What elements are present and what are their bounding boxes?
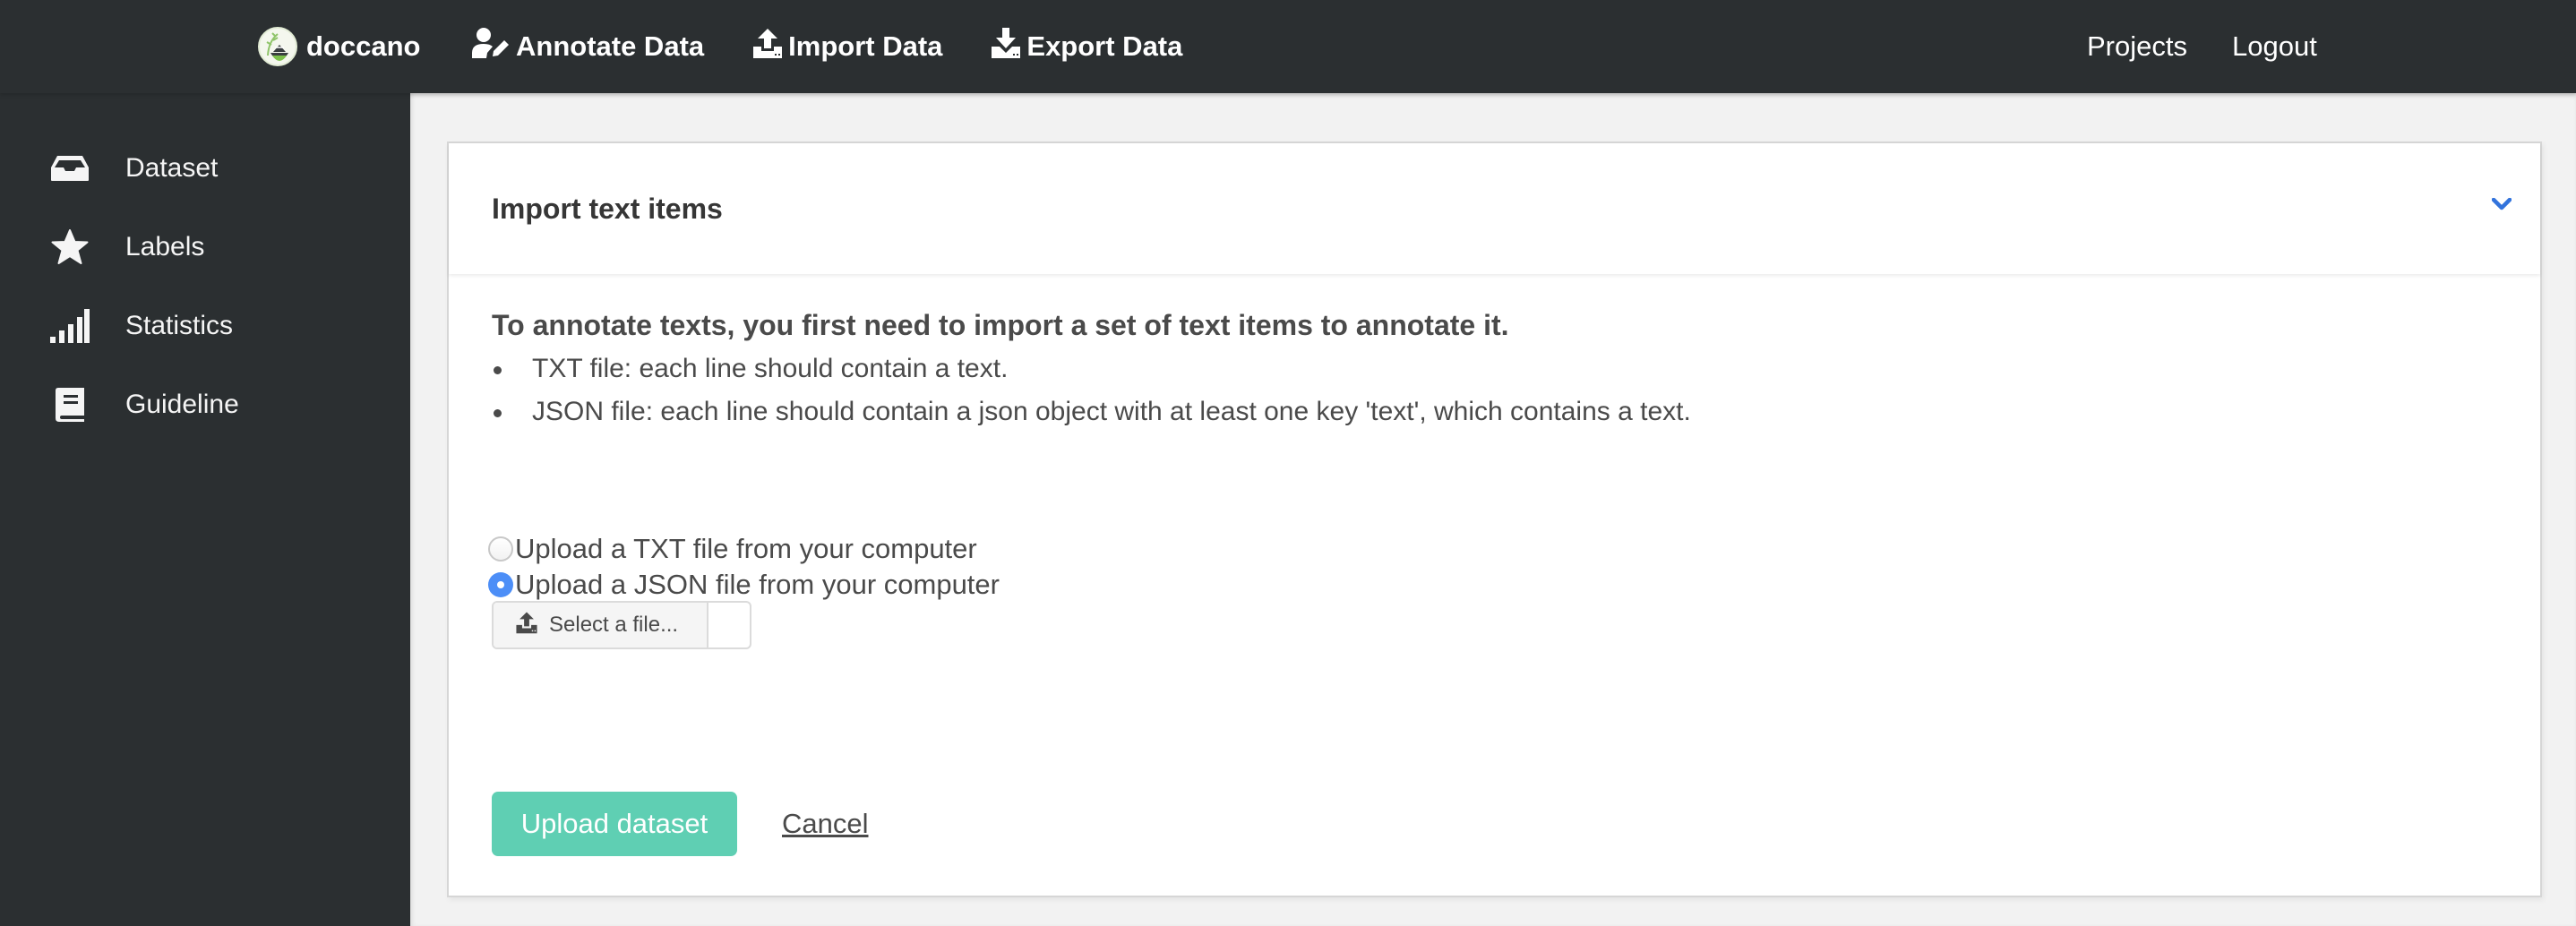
sidebar: Dataset Labels Statistics Guideline xyxy=(0,93,410,926)
sidebar-item-label: Labels xyxy=(125,232,205,262)
book-icon xyxy=(50,385,90,424)
import-card: Import text items To annotate texts, you… xyxy=(447,141,2542,897)
form-actions: Upload dataset Cancel xyxy=(492,792,869,856)
nav-label: Import Data xyxy=(788,30,943,62)
nav-label: Annotate Data xyxy=(516,30,705,62)
brand-name: doccano xyxy=(306,30,421,62)
star-icon xyxy=(50,227,90,267)
card-header[interactable]: Import text items xyxy=(449,143,2540,274)
signal-bars-icon xyxy=(50,306,90,346)
radio-option-txt[interactable]: Upload a TXT file from your computer xyxy=(488,531,1000,567)
radio-label: Upload a JSON file from your computer xyxy=(515,569,1000,600)
card-title: Import text items xyxy=(492,192,723,225)
chevron-down-icon[interactable] xyxy=(2490,193,2513,216)
download-icon xyxy=(991,27,1021,66)
nav-annotate-data[interactable]: Annotate Data xyxy=(471,27,704,66)
format-list: TXT file: each line should contain a tex… xyxy=(492,347,2497,433)
brand-link[interactable]: doccano xyxy=(258,27,420,66)
sidebar-item-label: Dataset xyxy=(125,153,219,183)
card-body: To annotate texts, you first need to imp… xyxy=(492,306,2497,433)
nav-logout[interactable]: Logout xyxy=(2232,30,2317,63)
upload-icon xyxy=(515,611,538,640)
main-content: Import text items To annotate texts, you… xyxy=(410,93,2576,926)
format-list-item: TXT file: each line should contain a tex… xyxy=(492,347,2497,390)
cancel-link[interactable]: Cancel xyxy=(782,808,869,840)
radio-txt[interactable] xyxy=(488,536,513,562)
doccano-logo-icon xyxy=(258,27,297,66)
intro-text: To annotate texts, you first need to imp… xyxy=(492,309,1509,341)
format-radio-group: Upload a TXT file from your computer Upl… xyxy=(488,531,1000,603)
radio-json[interactable] xyxy=(488,572,513,597)
radio-option-json[interactable]: Upload a JSON file from your computer xyxy=(488,567,1000,603)
secondary-nav: Projects Logout xyxy=(2087,27,2317,66)
sidebar-item-dataset[interactable]: Dataset xyxy=(50,141,218,195)
format-list-item: JSON file: each line should contain a js… xyxy=(492,390,2497,433)
top-navbar: doccano Annotate Data Import Data Export… xyxy=(0,0,2576,93)
primary-nav: Annotate Data Import Data Export Data xyxy=(471,27,1182,66)
nav-label: Export Data xyxy=(1026,30,1183,62)
sidebar-item-label: Guideline xyxy=(125,390,239,419)
nav-projects[interactable]: Projects xyxy=(2087,30,2187,63)
inbox-icon xyxy=(50,149,90,188)
sidebar-item-statistics[interactable]: Statistics xyxy=(50,299,233,353)
nav-import-data[interactable]: Import Data xyxy=(752,27,942,66)
radio-label: Upload a TXT file from your computer xyxy=(515,533,977,564)
file-input[interactable]: Select a file... xyxy=(492,601,751,649)
sidebar-item-guideline[interactable]: Guideline xyxy=(50,378,239,432)
sidebar-item-label: Statistics xyxy=(125,311,234,340)
user-edit-icon xyxy=(471,27,511,66)
select-file-button[interactable]: Select a file... xyxy=(494,603,708,647)
upload-icon xyxy=(752,27,783,66)
upload-dataset-button[interactable]: Upload dataset xyxy=(492,792,737,856)
sidebar-item-labels[interactable]: Labels xyxy=(50,220,204,274)
select-file-label: Select a file... xyxy=(549,613,679,637)
file-name-display xyxy=(708,603,750,647)
nav-export-data[interactable]: Export Data xyxy=(991,27,1182,66)
